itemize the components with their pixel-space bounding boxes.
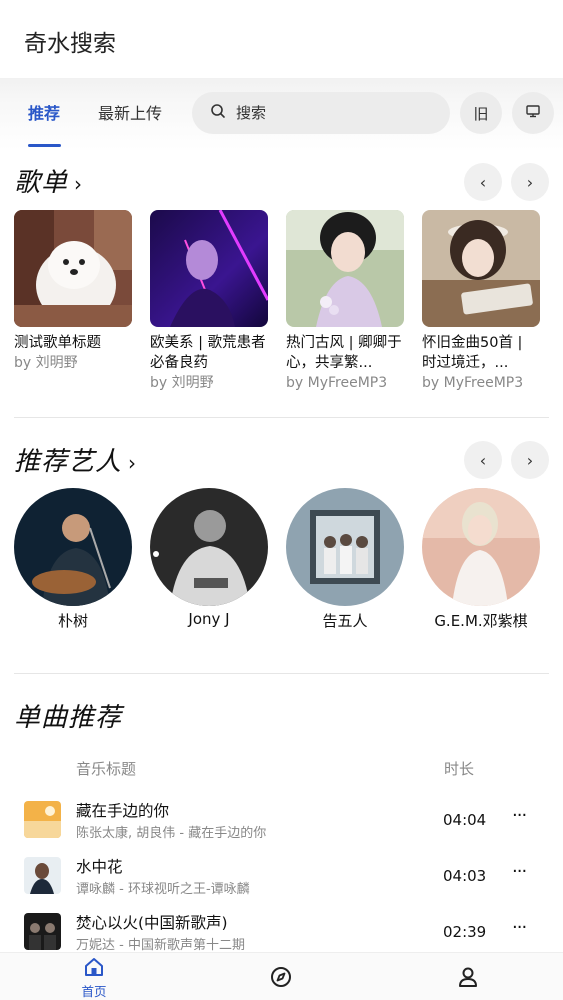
more-options-icon[interactable]: ··· (512, 917, 527, 938)
song-title: 焚心以火(中国新歌声) (76, 914, 228, 932)
playlist-author: by 刘明野 (150, 375, 214, 391)
song-duration: 02:39 (443, 923, 487, 941)
playlist-cover (286, 210, 404, 327)
artists-title-text: 推荐艺人 (14, 447, 123, 477)
chevron-right-icon: › (74, 172, 84, 196)
playlists-section-title[interactable]: 歌单 › (14, 162, 83, 199)
playlist-card[interactable]: 怀旧金曲50首 | 时过境迁，... by MyFreeMP3 (422, 210, 540, 393)
chevron-right-icon: › (128, 451, 138, 475)
song-cover (24, 913, 61, 950)
song-duration: 04:03 (443, 867, 487, 885)
playlists-prev-button[interactable]: ‹ (464, 163, 502, 201)
playlist-title: 测试歌单标题 (14, 335, 101, 351)
artist-card[interactable]: 告五人 (286, 488, 404, 631)
artist-avatar (422, 488, 540, 606)
artists-section-title[interactable]: 推荐艺人 › (14, 441, 137, 478)
bottom-nav: 首页 (0, 952, 563, 1000)
song-duration: 04:04 (443, 811, 487, 829)
playlists-title-text: 歌单 (14, 168, 69, 198)
chevron-left-icon: ‹ (479, 172, 487, 192)
search-box[interactable] (192, 92, 450, 134)
artist-card[interactable]: G.E.M.邓紫棋 (422, 488, 540, 631)
playlist-author: by 刘明野 (14, 355, 78, 371)
songs-section-title: 单曲推荐 (14, 703, 123, 733)
song-row[interactable]: 藏在手边的你 陈张太康, 胡良伟 - 藏在手边的你 04:04 ··· (0, 799, 563, 855)
song-cover (24, 801, 61, 838)
song-row[interactable]: 水中花 谭咏麟 - 环球视听之王-谭咏麟 04:03 ··· (0, 855, 563, 911)
home-icon (83, 958, 105, 981)
nav-home[interactable]: 首页 (64, 957, 124, 1000)
artist-name: Jony J (188, 610, 230, 628)
playlist-cover (150, 210, 268, 327)
tab-latest-upload[interactable]: 最新上传 (98, 100, 162, 124)
search-icon (210, 103, 226, 123)
nav-home-label: 首页 (81, 984, 107, 999)
artist-name: 告五人 (322, 612, 368, 630)
monitor-icon (525, 103, 541, 123)
nav-profile[interactable] (438, 966, 498, 992)
artist-avatar (286, 488, 404, 606)
song-artist-album: 万妮达 - 中国新歌声第十二期 (76, 938, 245, 953)
artist-card[interactable]: Jony J (150, 488, 268, 628)
divider (14, 673, 549, 674)
more-options-icon[interactable]: ··· (512, 861, 527, 882)
song-artist-album: 谭咏麟 - 环球视听之王-谭咏麟 (76, 882, 250, 897)
artist-name: G.E.M.邓紫棋 (434, 612, 528, 630)
column-header-title: 音乐标题 (76, 760, 137, 778)
artist-avatar (150, 488, 268, 606)
playlists-next-button[interactable]: › (511, 163, 549, 201)
song-title: 藏在手边的你 (76, 802, 170, 820)
artists-prev-button[interactable]: ‹ (464, 441, 502, 479)
playlist-title: 欧美系 | 歌荒患者必备良药 (150, 335, 266, 371)
playlist-card[interactable]: 测试歌单标题 by 刘明野 (14, 210, 132, 373)
more-options-icon[interactable]: ··· (512, 805, 527, 826)
song-artist-album: 陈张太康, 胡良伟 - 藏在手边的你 (76, 826, 267, 841)
column-header-duration: 时长 (444, 760, 475, 778)
playlist-card[interactable]: 热门古风 | 卿卿于心，共享繁... by MyFreeMP3 (286, 210, 404, 393)
playlist-title: 怀旧金曲50首 | 时过境迁，... (422, 335, 523, 371)
playlist-card[interactable]: 欧美系 | 歌荒患者必备良药 by 刘明野 (150, 210, 268, 393)
song-title: 水中花 (76, 858, 123, 876)
artist-avatar (14, 488, 132, 606)
chevron-left-icon: ‹ (479, 450, 487, 470)
old-version-button[interactable]: 旧 (460, 92, 502, 134)
playlist-author: by MyFreeMP3 (286, 375, 388, 391)
app-title: 奇水搜索 (24, 31, 116, 57)
nav-discover[interactable] (251, 966, 311, 992)
artists-next-button[interactable]: › (511, 441, 549, 479)
playlist-title: 热门古风 | 卿卿于心，共享繁... (286, 335, 402, 371)
artist-card[interactable]: 朴树 (14, 488, 132, 631)
compass-icon (270, 967, 292, 992)
desktop-button[interactable] (512, 92, 554, 134)
search-input[interactable] (236, 104, 416, 122)
user-icon (457, 967, 479, 992)
app-header: 奇水搜索 (0, 0, 563, 80)
playlist-cover (14, 210, 132, 327)
artist-name: 朴树 (57, 612, 88, 630)
active-tab-indicator (28, 144, 61, 147)
playlist-cover (422, 210, 540, 327)
tab-recommend[interactable]: 推荐 (28, 100, 60, 124)
chevron-right-icon: › (526, 450, 534, 470)
divider (14, 417, 549, 418)
song-cover (24, 857, 61, 894)
chevron-right-icon: › (526, 172, 534, 192)
playlist-author: by MyFreeMP3 (422, 375, 524, 391)
tab-bar: 推荐 最新上传 旧 (0, 78, 563, 150)
